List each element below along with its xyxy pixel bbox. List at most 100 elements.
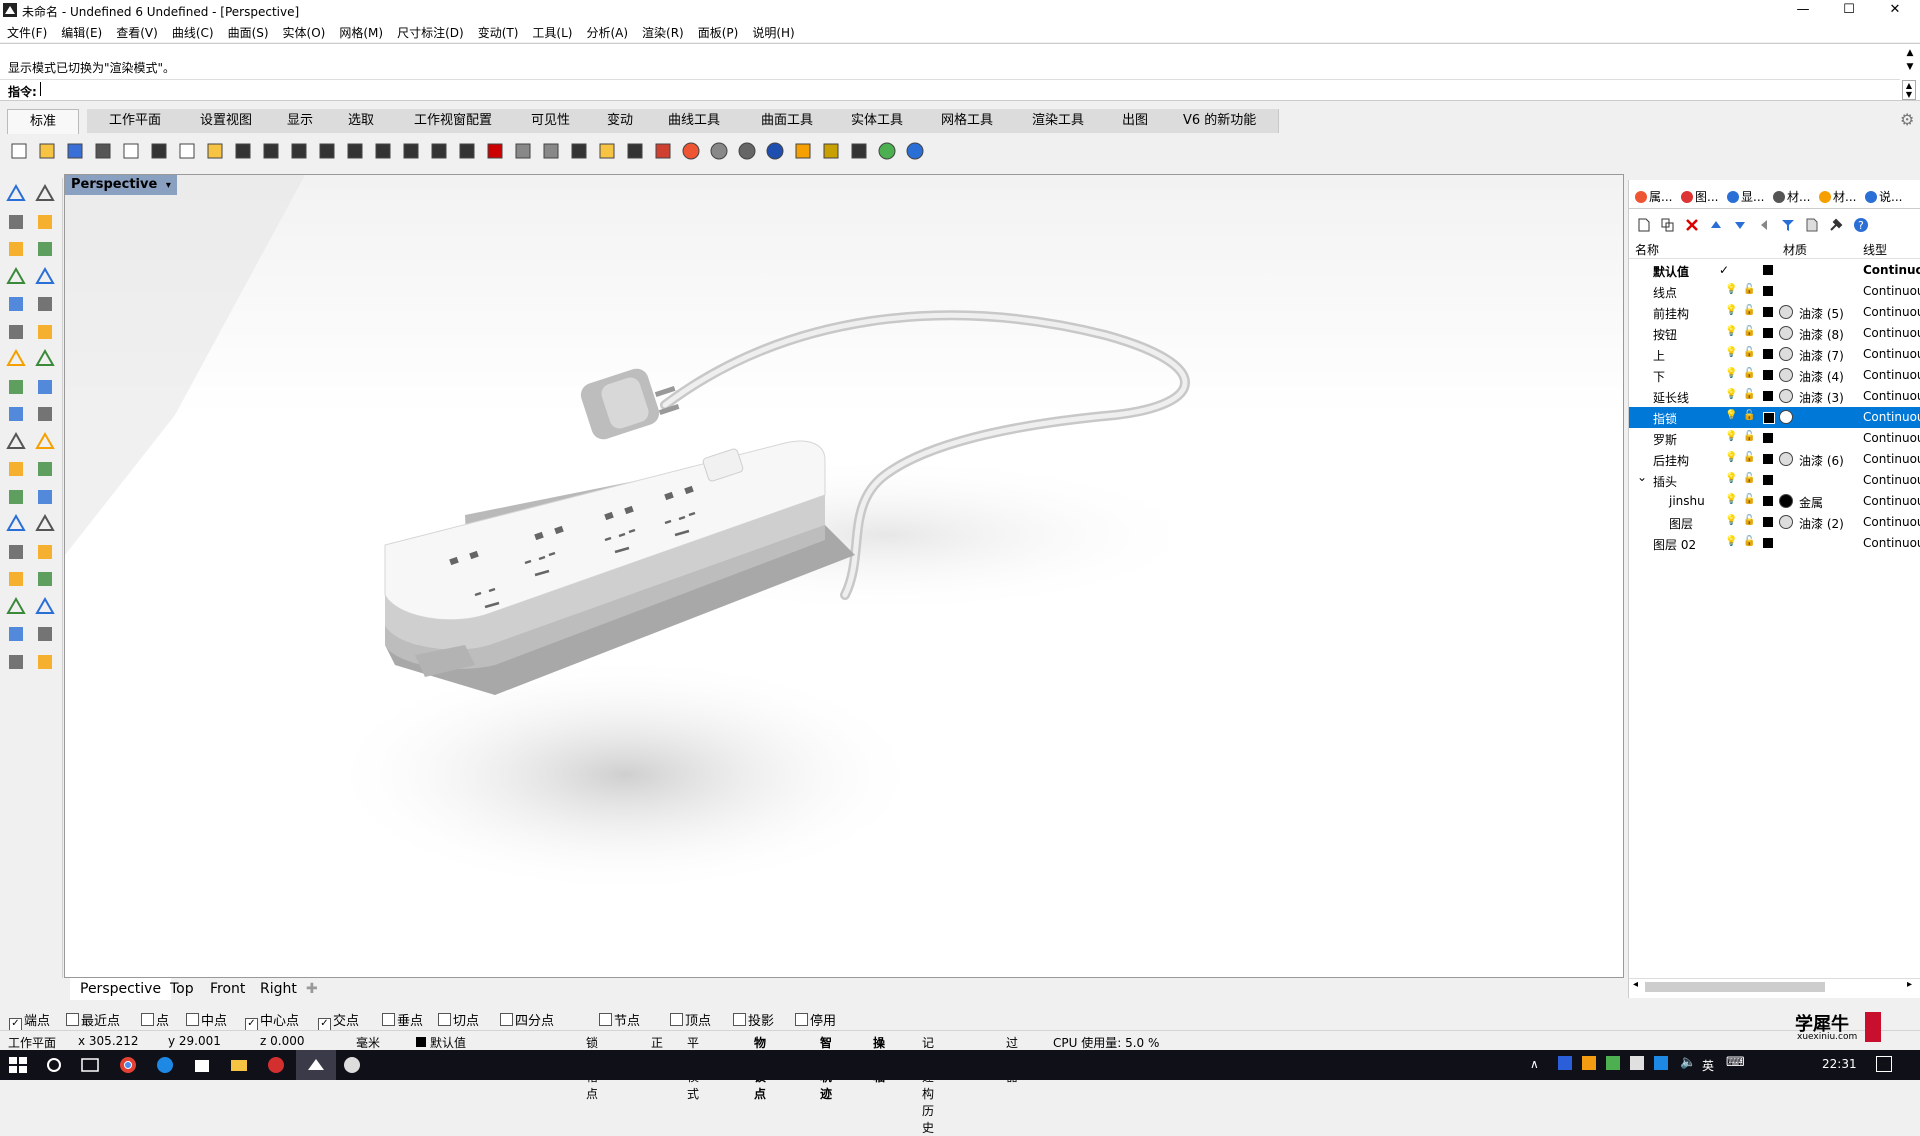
command-spinner[interactable]: ▲ ▼	[1902, 80, 1916, 100]
minimize-button[interactable]: —	[1780, 0, 1826, 22]
four-view-icon[interactable]	[456, 140, 478, 162]
add-viewport-icon[interactable]: ✚	[296, 978, 328, 1000]
import-icon[interactable]	[120, 140, 142, 162]
move-up-icon[interactable]	[1709, 218, 1723, 232]
tab-8[interactable]: 曲线工具	[646, 109, 744, 133]
layer-row[interactable]: 上 💡 🔓 油漆 (7) Continuous	[1629, 344, 1920, 365]
tray-app-icon[interactable]	[1654, 1056, 1668, 1070]
checkbox[interactable]	[438, 1013, 451, 1026]
lock-icon[interactable]: 🔓	[1743, 326, 1755, 337]
left-tool-icon[interactable]	[4, 512, 28, 536]
zoom-icon[interactable]	[316, 140, 338, 162]
visibility-bulb-icon[interactable]: 💡	[1725, 284, 1737, 295]
visibility-bulb-icon[interactable]: 💡	[1725, 368, 1737, 379]
layer-row[interactable]: 延长线 💡 🔓 油漆 (3) Continuous	[1629, 386, 1920, 407]
menu-item[interactable]: 说明(H)	[745, 22, 801, 41]
lock-icon[interactable]	[624, 140, 646, 162]
left-tool-icon[interactable]	[4, 347, 28, 371]
panel-tab-5[interactable]: 说...	[1865, 188, 1902, 206]
layer-color-swatch[interactable]	[1763, 517, 1773, 527]
visibility-bulb-icon[interactable]: 💡	[1725, 536, 1737, 547]
layer-row[interactable]: 默认值 ✓ Continuous	[1629, 260, 1920, 281]
new-sublayer-icon[interactable]	[1661, 218, 1675, 232]
material-sphere-icon[interactable]	[1779, 326, 1793, 340]
netease-music-icon[interactable]	[266, 1055, 286, 1075]
lock-icon[interactable]: 🔓	[1743, 410, 1755, 421]
lock-icon[interactable]: 🔓	[1743, 368, 1755, 379]
tray-expand-icon[interactable]: ∧	[1530, 1057, 1539, 1071]
lock-icon[interactable]: 🔓	[1743, 389, 1755, 400]
command-line[interactable]: 指令:	[0, 79, 1900, 100]
layer-color-swatch[interactable]	[1763, 391, 1773, 401]
panel-tab-0[interactable]: 属...	[1635, 188, 1672, 206]
tab-1[interactable]: 工作平面	[87, 109, 185, 133]
undo-icon[interactable]	[232, 140, 254, 162]
left-tool-icon[interactable]	[33, 430, 57, 454]
tab-4[interactable]: 选取	[326, 109, 398, 133]
lock-icon[interactable]: 🔓	[1743, 305, 1755, 316]
visibility-bulb-icon[interactable]: 💡	[1725, 494, 1737, 505]
left-tool-icon[interactable]	[33, 457, 57, 481]
material-sphere-icon[interactable]	[1779, 368, 1793, 382]
menu-item[interactable]: 曲线(C)	[165, 22, 221, 41]
material-sphere-icon[interactable]	[1779, 347, 1793, 361]
maximize-button[interactable]: ☐	[1826, 0, 1872, 22]
left-tool-icon[interactable]	[33, 265, 57, 289]
checkbox[interactable]	[670, 1013, 683, 1026]
left-tool-icon[interactable]	[33, 182, 57, 206]
left-tool-icon[interactable]	[4, 320, 28, 344]
left-tool-icon[interactable]	[33, 210, 57, 234]
osnap-7[interactable]: 切点	[438, 1010, 479, 1029]
gear-icon[interactable]: ⚙	[1900, 110, 1914, 129]
checkbox[interactable]	[733, 1013, 746, 1026]
store-icon[interactable]	[192, 1055, 212, 1075]
move-icon[interactable]	[288, 140, 310, 162]
material-sphere-icon[interactable]	[1779, 410, 1793, 424]
visibility-bulb-icon[interactable]: 💡	[1725, 410, 1737, 421]
render-icon[interactable]	[764, 140, 786, 162]
task-view-icon[interactable]	[80, 1055, 100, 1075]
left-tool-icon[interactable]	[33, 622, 57, 646]
lock-icon[interactable]: 🔓	[1743, 284, 1755, 295]
rotate-view-icon[interactable]	[428, 140, 450, 162]
paste-icon[interactable]	[204, 140, 226, 162]
visibility-bulb-icon[interactable]: 💡	[1725, 431, 1737, 442]
layer-color-swatch[interactable]	[1763, 496, 1773, 506]
tools-icon[interactable]	[1829, 218, 1843, 232]
tab-9[interactable]: 曲面工具	[739, 109, 837, 133]
app-taskbar-icon[interactable]	[342, 1055, 362, 1075]
lock-icon[interactable]: 🔓	[1743, 494, 1755, 505]
layer-state-icon[interactable]	[1805, 218, 1819, 232]
history-scrollbar[interactable]: ▲ ▼	[1904, 46, 1916, 76]
checkbox[interactable]	[186, 1013, 199, 1026]
left-tool-icon[interactable]	[33, 375, 57, 399]
checkbox[interactable]	[599, 1013, 612, 1026]
layer-color-swatch[interactable]	[1763, 286, 1773, 296]
material-sphere-icon[interactable]	[1779, 494, 1793, 508]
filter-icon[interactable]	[1781, 218, 1795, 232]
tray-app-icon[interactable]	[1582, 1056, 1596, 1070]
osnap-10[interactable]: 顶点	[670, 1010, 711, 1029]
tab-11[interactable]: 网格工具	[919, 109, 1017, 133]
left-tool-icon[interactable]	[33, 485, 57, 509]
lock-icon[interactable]: 🔓	[1743, 431, 1755, 442]
volume-icon[interactable]: 🔈	[1680, 1055, 1696, 1070]
osnap-5[interactable]: ✓ 交点	[318, 1010, 359, 1031]
copy-icon[interactable]	[176, 140, 198, 162]
layer-row[interactable]: jinshu 💡 🔓 金属 Continuous	[1629, 491, 1920, 512]
left-tool-icon[interactable]	[33, 347, 57, 371]
viewport-title[interactable]: Perspective ▾	[65, 175, 177, 195]
panel-tab-1[interactable]: 图...	[1681, 188, 1718, 206]
left-tool-icon[interactable]	[4, 292, 28, 316]
panel-tab-3[interactable]: 材...	[1773, 188, 1810, 206]
layer-row[interactable]: 线点 💡 🔓 Continuous	[1629, 281, 1920, 302]
lock-icon[interactable]: 🔓	[1743, 536, 1755, 547]
help-icon[interactable]	[904, 140, 926, 162]
visibility-bulb-icon[interactable]: 💡	[1725, 305, 1737, 316]
menu-item[interactable]: 工具(L)	[525, 22, 579, 41]
visibility-bulb-icon[interactable]: 💡	[1725, 389, 1737, 400]
checkbox[interactable]	[795, 1013, 808, 1026]
layer-color-swatch[interactable]	[1763, 307, 1773, 317]
viewport-tab-0[interactable]: Perspective	[70, 978, 172, 1000]
left-tool-icon[interactable]	[33, 237, 57, 261]
